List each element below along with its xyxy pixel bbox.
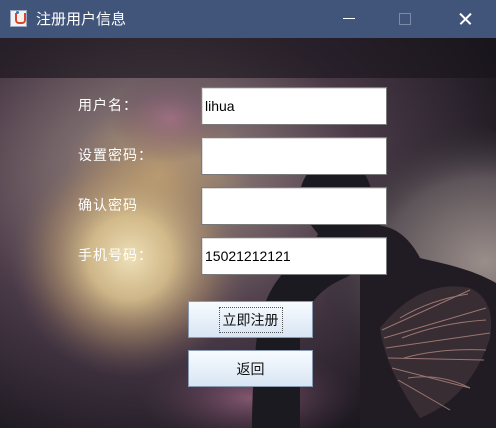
minimize-icon	[343, 18, 355, 19]
password-input[interactable]	[201, 137, 387, 175]
maximize-button[interactable]	[382, 0, 428, 38]
maximize-icon	[399, 13, 411, 25]
minimize-button[interactable]	[326, 0, 372, 38]
title-bar[interactable]: 注册用户信息	[0, 0, 496, 38]
phone-label: 手机号码：	[78, 248, 153, 264]
register-window: 注册用户信息 用户名： lihua 设置密码： 确认密码 手机号码： 15021…	[0, 0, 496, 428]
register-button[interactable]: 立即注册	[188, 301, 313, 338]
window-title: 注册用户信息	[36, 10, 127, 28]
password-label: 设置密码：	[78, 148, 153, 164]
username-label: 用户名：	[78, 98, 138, 114]
back-button[interactable]: 返回	[188, 350, 313, 387]
phone-input[interactable]	[201, 237, 387, 275]
back-button-label: 返回	[236, 361, 265, 378]
register-button-label: 立即注册	[218, 306, 283, 333]
confirm-password-input[interactable]	[201, 187, 387, 225]
close-button[interactable]	[442, 0, 488, 38]
java-cup-icon	[10, 10, 27, 27]
confirm-password-label: 确认密码	[78, 198, 138, 214]
username-input[interactable]	[201, 87, 387, 125]
